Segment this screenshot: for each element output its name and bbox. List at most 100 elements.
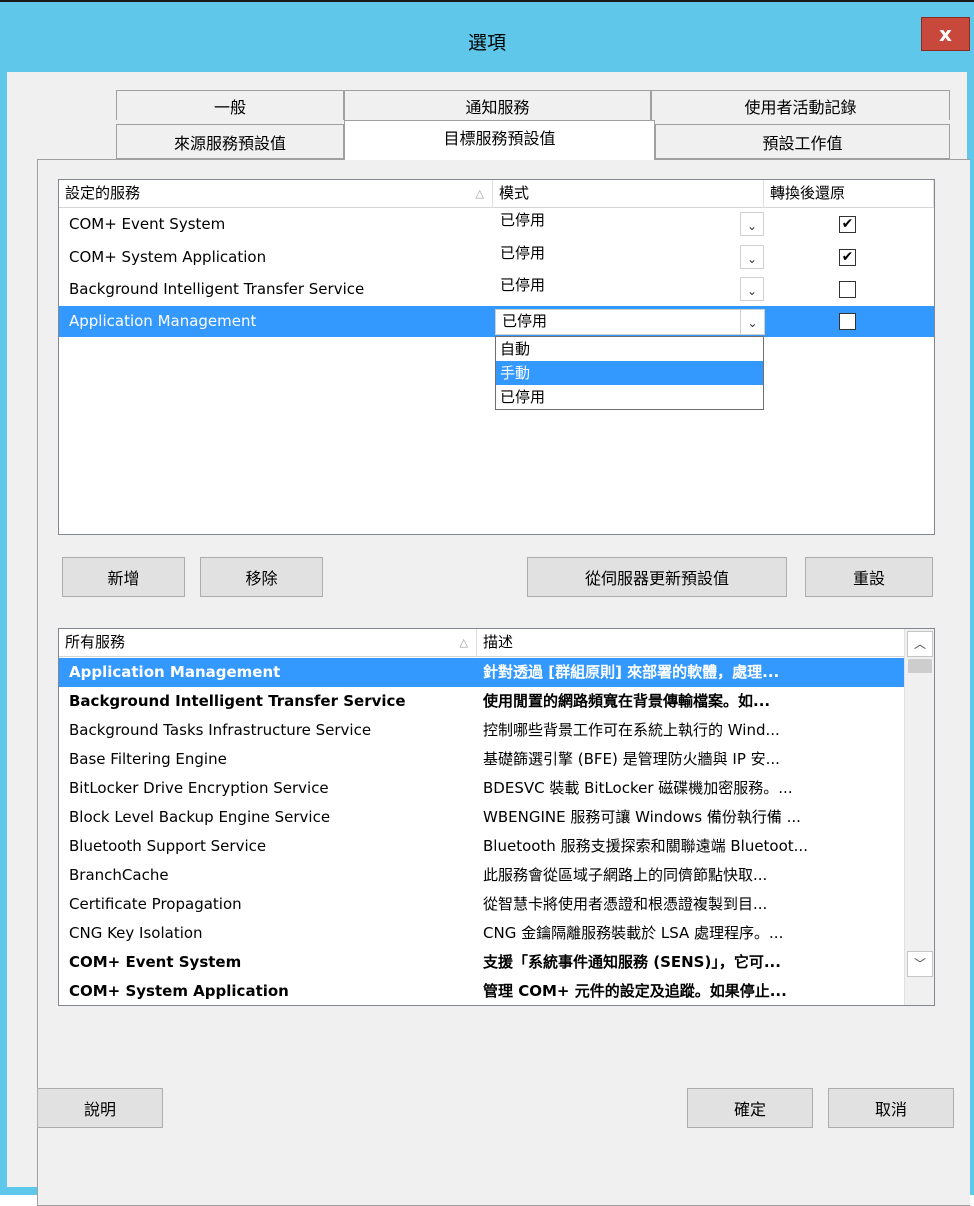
configured-services-list[interactable]: 設定的服務 △ 模式 轉換後還原 COM+ Event System 已停用 ⌄… [58, 179, 935, 535]
service-row[interactable]: Base Filtering Engine 基礎篩選引擎 (BFE) 是管理防火… [59, 745, 905, 774]
service-description: Bluetooth 服務支援探索和關聯遠端 Bluetoot... [483, 837, 808, 855]
service-description: 使用閒置的網路頻寬在背景傳輸檔案。如... [483, 692, 771, 710]
mode-value: 已停用 [500, 276, 546, 294]
title-bar[interactable]: 選項 x [0, 2, 974, 72]
chevron-down-icon[interactable]: ⌄ [740, 310, 764, 334]
mode-option-auto[interactable]: 自動 [496, 337, 763, 361]
options-dialog: 選項 x 一般 通知服務 使用者活動記錄 來源服務預設值 目標服務預設值 預設工… [0, 0, 974, 1206]
chevron-up-icon[interactable]: ︿ [907, 631, 933, 657]
sort-ascending-icon: △ [475, 187, 484, 200]
service-row[interactable]: Bluetooth Support Service Bluetooth 服務支援… [59, 832, 905, 861]
column-description[interactable]: 描述 [477, 629, 905, 657]
tab-default-task-values[interactable]: 預設工作值 [655, 124, 950, 159]
service-description: 從智慧卡將使用者憑證和根憑證複製到目... [483, 895, 768, 913]
restore-checkbox[interactable] [839, 281, 856, 298]
mode-value: 已停用 [502, 312, 548, 330]
service-description: CNG 金鑰隔離服務裝載於 LSA 處理程序。... [483, 924, 784, 942]
service-name: COM+ Event System [69, 215, 226, 233]
restore-checkbox[interactable]: ✔ [839, 249, 856, 266]
chevron-down-icon[interactable]: ⌄ [740, 277, 764, 301]
close-button[interactable]: x [921, 17, 970, 51]
service-description: 針對透過 [群組原則] 來部署的軟體，處理... [483, 663, 780, 681]
service-name: Base Filtering Engine [69, 750, 227, 768]
chevron-down-icon[interactable]: ⌄ [740, 245, 764, 269]
restore-checkbox[interactable] [839, 313, 856, 330]
service-row[interactable]: BitLocker Drive Encryption Service BDESV… [59, 774, 905, 803]
service-description: 管理 COM+ 元件的設定及追蹤。如果停止... [483, 982, 787, 1000]
service-name: Background Intelligent Transfer Service [69, 280, 365, 298]
service-description: 控制哪些背景工作可在系統上執行的 Wind... [483, 721, 780, 739]
configured-services-header: 設定的服務 △ 模式 轉換後還原 [59, 180, 934, 208]
service-name: Application Management [69, 312, 257, 330]
service-row[interactable]: COM+ System Application 管理 COM+ 元件的設定及追蹤… [59, 977, 905, 1005]
mode-value: 已停用 [500, 244, 546, 262]
service-description: BDESVC 裝載 BitLocker 磁碟機加密服務。... [483, 779, 793, 797]
mode-dropdown-list[interactable]: 自動 手動 已停用 [495, 336, 764, 410]
cancel-button[interactable]: 取消 [828, 1088, 954, 1128]
service-name: COM+ System Application [69, 248, 267, 266]
service-name: BranchCache [69, 866, 169, 884]
column-mode[interactable]: 模式 [493, 180, 764, 208]
mode-option-manual[interactable]: 手動 [496, 361, 763, 385]
mode-combo[interactable]: ⌄ [736, 245, 764, 271]
dialog-client-area: 一般 通知服務 使用者活動記錄 來源服務預設值 目標服務預設值 預設工作值 設定… [7, 72, 970, 1206]
tab-source-service-defaults[interactable]: 來源服務預設值 [116, 124, 344, 159]
service-row[interactable]: CNG Key Isolation CNG 金鑰隔離服務裝載於 LSA 處理程序… [59, 919, 905, 948]
service-row[interactable]: COM+ Event System 支援「系統事件通知服務 (SENS)」，它可… [59, 948, 905, 977]
service-name: COM+ System Application [69, 982, 289, 1000]
reset-button[interactable]: 重設 [805, 557, 933, 597]
service-row[interactable]: Certificate Propagation 從智慧卡將使用者憑證和根憑證複製… [59, 890, 905, 919]
dialog-title: 選項 [467, 32, 506, 54]
tab-target-service-defaults[interactable]: 目標服務預設值 [344, 120, 655, 160]
mode-combo[interactable]: 已停用 ⌄ [495, 309, 765, 335]
vertical-scrollbar[interactable]: ︿ ﹀ [904, 629, 934, 1005]
mode-value: 已停用 [500, 211, 546, 229]
service-name: Application Management [69, 663, 281, 681]
column-restore-after-conversion[interactable]: 轉換後還原 [764, 180, 934, 208]
service-name: Background Intelligent Transfer Service [69, 692, 406, 710]
tab-notification-services[interactable]: 通知服務 [344, 90, 651, 120]
service-description: 支援「系統事件通知服務 (SENS)」，它可... [483, 953, 781, 971]
close-icon: x [939, 22, 952, 46]
service-row-selected[interactable]: Application Management 針對透過 [群組原則] 來部署的軟… [59, 658, 905, 687]
chevron-down-icon[interactable]: ﹀ [907, 951, 933, 977]
configured-row[interactable]: COM+ Event System 已停用 ⌄ ✔ [59, 209, 934, 240]
service-description: 此服務會從區域子網路上的同儕節點快取... [483, 866, 768, 884]
column-all-services[interactable]: 所有服務 △ [59, 629, 477, 657]
service-row[interactable]: Background Intelligent Transfer Service … [59, 687, 905, 716]
service-row[interactable]: Block Level Backup Engine Service WBENGI… [59, 803, 905, 832]
chevron-down-icon[interactable]: ⌄ [740, 212, 764, 236]
service-name: Bluetooth Support Service [69, 837, 267, 855]
service-name: Certificate Propagation [69, 895, 242, 913]
service-name: COM+ Event System [69, 953, 242, 971]
add-button[interactable]: 新增 [62, 557, 185, 597]
service-name: BitLocker Drive Encryption Service [69, 779, 329, 797]
column-configured-service[interactable]: 設定的服務 △ [59, 180, 493, 208]
configured-row-selected[interactable]: Application Management 已停用 ⌄ [59, 306, 934, 337]
service-description: WBENGINE 服務可讓 Windows 備份執行備 ... [483, 808, 801, 826]
help-button[interactable]: 說明 [37, 1088, 163, 1128]
restore-checkbox[interactable]: ✔ [839, 216, 856, 233]
configured-row[interactable]: Background Intelligent Transfer Service … [59, 274, 934, 305]
tab-user-activity-log[interactable]: 使用者活動記錄 [651, 90, 950, 120]
service-row[interactable]: BranchCache 此服務會從區域子網路上的同儕節點快取... [59, 861, 905, 890]
service-name: CNG Key Isolation [69, 924, 203, 942]
service-name: Block Level Backup Engine Service [69, 808, 331, 826]
service-description: 基礎篩選引擎 (BFE) 是管理防火牆與 IP 安... [483, 750, 780, 768]
mode-option-disabled[interactable]: 已停用 [496, 385, 763, 409]
ok-button[interactable]: 確定 [687, 1088, 813, 1128]
all-services-header: 所有服務 △ 描述 [59, 629, 905, 657]
update-from-server-button[interactable]: 從伺服器更新預設值 [527, 557, 787, 597]
all-services-list[interactable]: 所有服務 △ 描述 Application Management 針對透過 [群… [58, 628, 935, 1006]
tab-general[interactable]: 一般 [116, 90, 344, 120]
configured-row[interactable]: COM+ System Application 已停用 ⌄ ✔ [59, 242, 934, 273]
mode-combo[interactable]: ⌄ [736, 277, 764, 303]
column-label: 設定的服務 [65, 184, 141, 202]
mode-combo[interactable]: ⌄ [736, 212, 764, 238]
service-row[interactable]: Background Tasks Infrastructure Service … [59, 716, 905, 745]
sort-ascending-icon: △ [459, 636, 468, 649]
service-name: Background Tasks Infrastructure Service [69, 721, 372, 739]
scrollbar-thumb[interactable] [908, 659, 932, 673]
remove-button[interactable]: 移除 [200, 557, 323, 597]
column-label: 所有服務 [65, 633, 126, 651]
